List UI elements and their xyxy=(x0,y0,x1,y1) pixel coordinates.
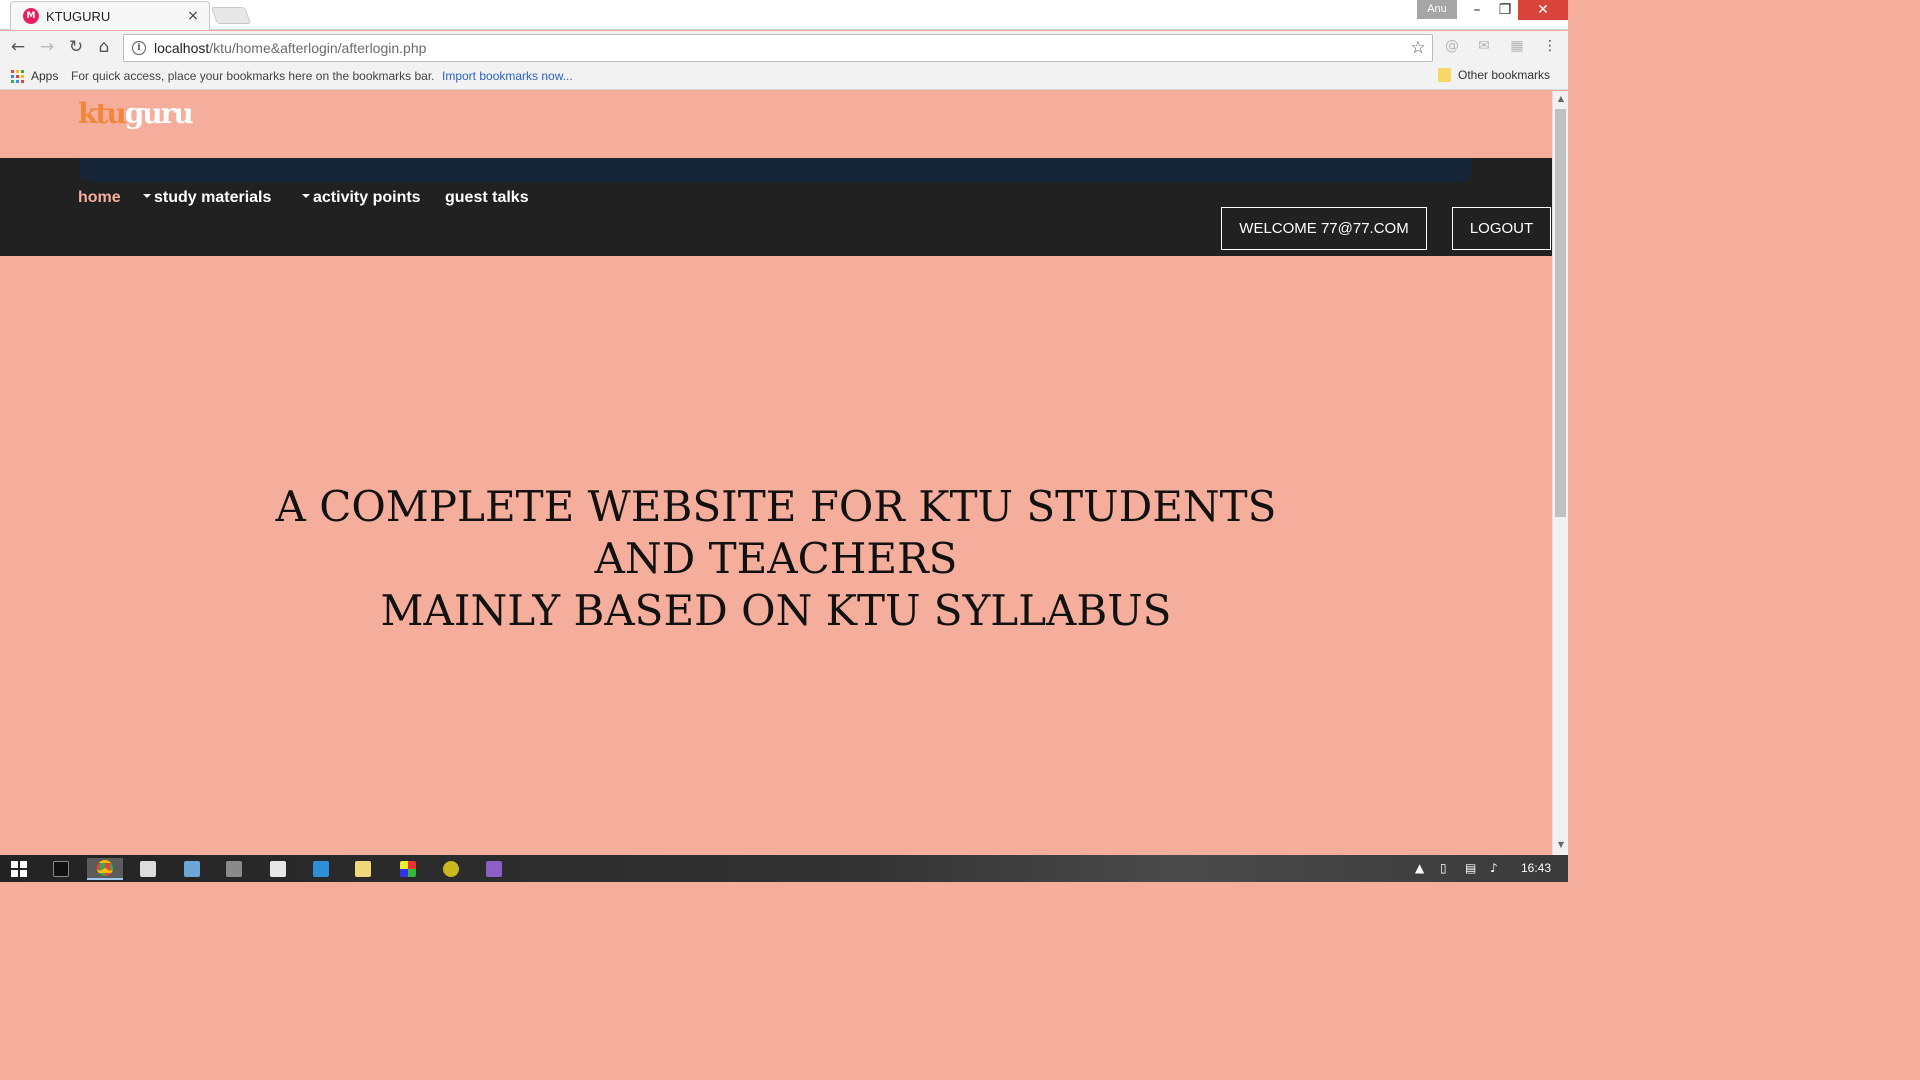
document-icon[interactable] xyxy=(260,858,296,880)
bookmark-star-icon[interactable]: ☆ xyxy=(1404,38,1432,58)
url-text[interactable]: localhost/ktu/home&afterlogin/afterlogin… xyxy=(154,40,1404,56)
tab-close-icon[interactable]: × xyxy=(183,8,203,24)
nav-activity-points-label: activity points xyxy=(313,189,421,206)
windows-taskbar: ▲ ▯ ▤ ♪ 16:43 xyxy=(0,855,1568,882)
taskbar-clock[interactable]: 16:43 xyxy=(1521,861,1551,875)
forward-arrow-icon[interactable]: → xyxy=(36,36,58,58)
navbar-accent-strip xyxy=(79,158,1472,182)
nav-study-materials[interactable]: study materials xyxy=(143,189,271,207)
tray-volume-icon[interactable]: ♪ xyxy=(1490,861,1498,875)
tab-title: KTUGURU xyxy=(46,8,111,24)
tray-expand-icon[interactable]: ▲ xyxy=(1415,861,1424,875)
window-close-button[interactable]: ✕ xyxy=(1518,0,1568,20)
notes-icon[interactable] xyxy=(345,858,381,880)
nav-activity-points[interactable]: activity points xyxy=(302,189,421,207)
nav-home[interactable]: home xyxy=(78,189,121,207)
bookmarks-hint: For quick access, place your bookmarks h… xyxy=(71,69,435,83)
chart-icon[interactable] xyxy=(174,858,210,880)
menu-dots-icon[interactable]: ⋮ xyxy=(1539,38,1561,56)
dropdown-caret-icon xyxy=(302,193,310,198)
logo-part-guru: guru xyxy=(124,97,194,130)
scroll-thumb[interactable] xyxy=(1555,109,1566,517)
import-bookmarks-link[interactable]: Import bookmarks now... xyxy=(442,69,573,83)
window-minimize-button[interactable]: – xyxy=(1462,0,1492,20)
hero-line-2: MAINLY BASED ON KTU SYLLABUS xyxy=(380,586,1172,635)
browser-tab[interactable]: M KTUGURU × xyxy=(10,1,210,30)
browser-toolbar: ← → ↻ ⌂ i localhost/ktu/home&afterlogin/… xyxy=(0,31,1568,63)
reload-icon[interactable]: ↻ xyxy=(65,36,87,58)
main-navbar: home study materials activity points gue… xyxy=(0,158,1552,256)
back-arrow-icon[interactable]: ← xyxy=(7,36,29,58)
welcome-user-button[interactable]: WELCOME 77@77.COM xyxy=(1221,207,1427,250)
dropdown-caret-icon xyxy=(143,193,151,198)
other-bookmarks-button[interactable]: Other bookmarks xyxy=(1438,68,1550,82)
visual-studio-icon[interactable] xyxy=(476,858,512,880)
remote-icon[interactable] xyxy=(303,858,339,880)
bo-icon[interactable] xyxy=(130,858,166,880)
folder-icon xyxy=(1438,68,1451,82)
scroll-down-icon[interactable]: ▼ xyxy=(1556,840,1566,849)
url-path: /ktu/home&afterlogin/afterlogin.php xyxy=(209,40,427,56)
info-icon[interactable]: i xyxy=(132,41,146,55)
other-bookmarks-label: Other bookmarks xyxy=(1458,68,1551,82)
app15-icon[interactable] xyxy=(433,858,469,880)
windows-logo-icon xyxy=(11,861,27,877)
start-button[interactable] xyxy=(1,858,37,880)
window-maximize-button[interactable]: ❐ xyxy=(1490,0,1520,20)
logo-part-ktu: ktu xyxy=(78,97,127,130)
logout-button[interactable]: LOGOUT xyxy=(1452,207,1551,250)
extension-mail-icon[interactable]: ✉ xyxy=(1473,38,1495,56)
site-logo[interactable]: ktuguru xyxy=(78,97,194,130)
hero-line-1: A COMPLETE WEBSITE FOR KTU STUDENTS AND … xyxy=(275,482,1277,583)
network-icon[interactable] xyxy=(216,858,252,880)
apps-grid-icon[interactable] xyxy=(11,70,24,83)
bookmarks-bar: Apps For quick access, place your bookma… xyxy=(0,63,1568,90)
apps-link[interactable]: Apps xyxy=(31,69,58,83)
address-bar[interactable]: i localhost/ktu/home&afterlogin/afterlog… xyxy=(123,34,1433,62)
extension-at-icon[interactable]: @ xyxy=(1441,38,1463,56)
url-host: localhost xyxy=(154,40,210,56)
site-favicon-icon: M xyxy=(23,8,39,24)
profile-button[interactable]: Anu xyxy=(1417,0,1457,19)
new-tab-button[interactable] xyxy=(210,7,252,24)
tray-network-icon[interactable]: ▤ xyxy=(1465,861,1476,875)
paint-icon[interactable] xyxy=(390,858,426,880)
vertical-scrollbar[interactable]: ▲ ▼ xyxy=(1552,91,1568,855)
hero-heading: A COMPLETE WEBSITE FOR KTU STUDENTS AND … xyxy=(0,481,1552,637)
nav-study-materials-label: study materials xyxy=(154,189,272,206)
tray-device-icon[interactable]: ▯ xyxy=(1440,861,1447,875)
chrome-icon[interactable] xyxy=(87,858,123,880)
nav-guest-talks[interactable]: guest talks xyxy=(445,189,529,207)
extension-grid-icon[interactable]: ▦ xyxy=(1506,38,1528,56)
terminal-icon[interactable] xyxy=(43,858,79,880)
page-content: ktuguru home study materials activity po… xyxy=(0,91,1552,855)
scroll-up-icon[interactable]: ▲ xyxy=(1556,94,1566,103)
tab-strip: M KTUGURU × Anu – ❐ ✕ xyxy=(0,0,1568,30)
home-icon[interactable]: ⌂ xyxy=(93,36,115,58)
